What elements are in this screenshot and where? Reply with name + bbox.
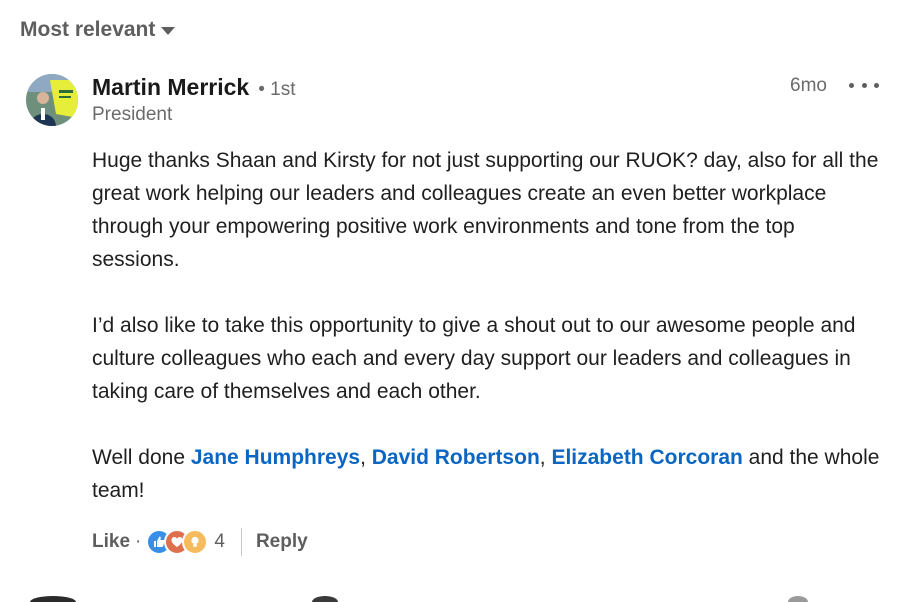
closing-prefix: Well done: [92, 446, 191, 469]
next-comment-avatar: [788, 596, 808, 602]
author-name[interactable]: Martin Merrick: [92, 74, 249, 101]
connection-degree: • 1st: [258, 79, 296, 100]
comment-closing: Well done Jane Humphreys, David Robertso…: [92, 441, 882, 507]
mention-jane-humphreys[interactable]: Jane Humphreys: [191, 446, 360, 469]
avatar[interactable]: [26, 74, 78, 126]
mention-elizabeth-corcoran[interactable]: Elizabeth Corcoran: [551, 446, 742, 469]
reaction-count[interactable]: 4: [214, 531, 225, 553]
reply-button[interactable]: Reply: [256, 531, 308, 553]
next-comment-avatar: [30, 596, 76, 602]
comment-actions: Like · 4 Reply: [92, 527, 308, 557]
comment-timestamp: 6mo: [790, 75, 827, 96]
author-headline: President: [92, 104, 173, 125]
comment-paragraph: Huge thanks Shaan and Kirsty for not jus…: [92, 149, 879, 271]
ellipsis-icon[interactable]: [849, 72, 879, 98]
mention-separator: ,: [539, 446, 552, 469]
sort-label: Most relevant: [20, 18, 156, 41]
mention-david-robertson[interactable]: David Robertson: [372, 446, 540, 469]
action-separator-dot: ·: [135, 531, 142, 552]
sort-dropdown[interactable]: Most relevant: [20, 18, 176, 42]
next-comment-avatar: [312, 596, 338, 602]
insightful-reaction-icon: [182, 529, 209, 555]
mention-separator: ,: [360, 446, 372, 469]
comment-body: Huge thanks Shaan and Kirsty for not jus…: [92, 144, 882, 507]
action-divider: [240, 528, 242, 556]
like-button[interactable]: Like: [92, 531, 130, 553]
comment-paragraph: I’d also like to take this opportunity t…: [92, 314, 856, 403]
comments-section: Most relevant Martin Merrick • 1st Presi…: [0, 0, 903, 602]
reactions-summary[interactable]: [146, 529, 209, 555]
caret-down-icon: [161, 27, 176, 35]
author-row: Martin Merrick • 1st: [92, 74, 296, 101]
